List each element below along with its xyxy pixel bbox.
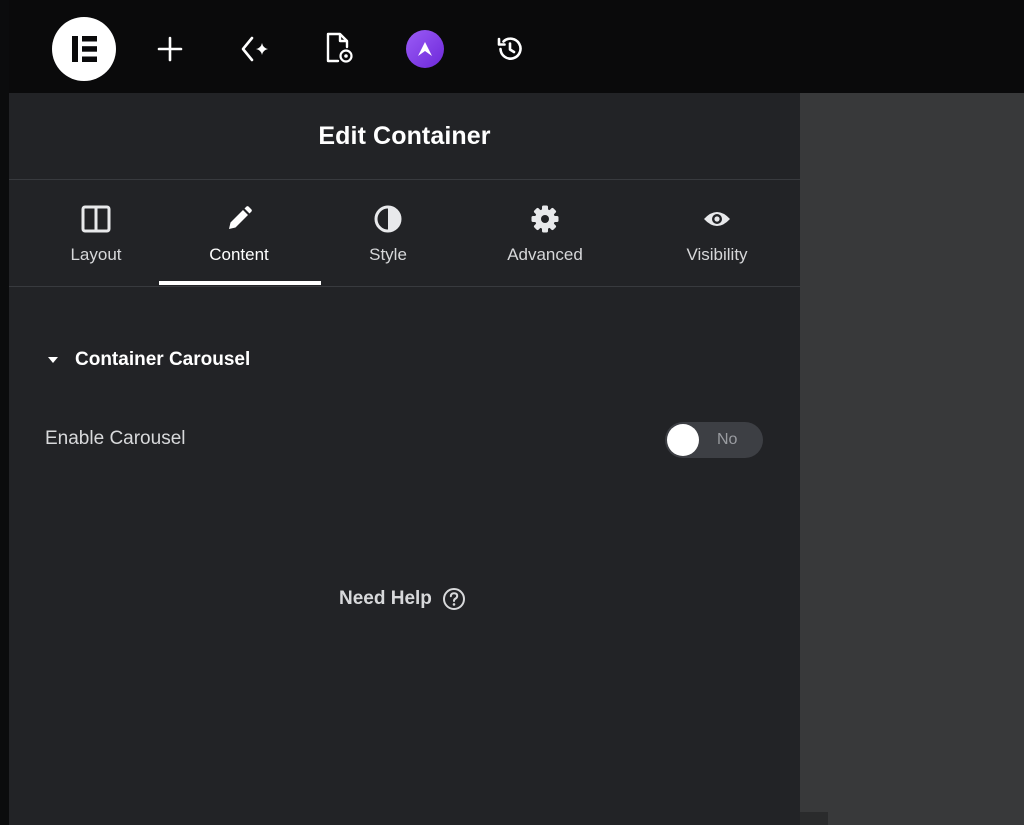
layout-columns-icon <box>81 205 111 233</box>
section-toggle-container-carousel[interactable]: Container Carousel <box>45 349 250 371</box>
need-help-label: Need Help <box>339 588 432 609</box>
tab-label: Content <box>209 245 269 264</box>
active-tab-indicator <box>159 281 321 285</box>
panel-tabs: Layout Content Style Advanced Visibility <box>9 180 800 287</box>
enable-carousel-toggle[interactable]: No <box>665 422 763 458</box>
question-circle-icon <box>442 587 466 611</box>
toggle-value: No <box>717 431 738 448</box>
section-title: Container Carousel <box>75 349 251 370</box>
gear-icon <box>530 205 560 233</box>
edit-panel: Edit Container Layout Content Style Adva… <box>9 93 800 825</box>
panel-title: Edit Container <box>9 93 800 180</box>
need-help-link[interactable]: Need Help <box>339 587 466 611</box>
elementor-logo-icon[interactable] <box>52 17 116 81</box>
caret-down-icon <box>48 357 58 363</box>
toggle-knob <box>667 424 699 456</box>
half-circle-icon <box>373 205 403 233</box>
page-settings-icon[interactable] <box>322 30 356 66</box>
tab-label: Style <box>369 245 407 264</box>
plus-icon[interactable] <box>155 34 185 64</box>
canvas-preview-area <box>800 93 1024 825</box>
tab-label: Advanced <box>507 245 583 264</box>
canvas-scroll-corner <box>800 812 828 825</box>
history-icon[interactable] <box>493 32 527 66</box>
sparkle-icon[interactable] <box>238 32 274 66</box>
tab-content[interactable]: Content <box>189 180 289 286</box>
top-toolbar <box>9 0 1024 93</box>
enable-carousel-label: Enable Carousel <box>45 428 186 449</box>
tab-layout[interactable]: Layout <box>46 180 146 286</box>
tab-style[interactable]: Style <box>338 180 438 286</box>
tab-label: Visibility <box>686 245 748 264</box>
tab-advanced[interactable]: Advanced <box>495 180 595 286</box>
ai-badge-icon[interactable] <box>406 30 444 68</box>
eye-icon <box>702 205 732 233</box>
tab-visibility[interactable]: Visibility <box>667 180 767 286</box>
pencil-icon <box>225 205 253 233</box>
tab-label: Layout <box>70 245 122 264</box>
